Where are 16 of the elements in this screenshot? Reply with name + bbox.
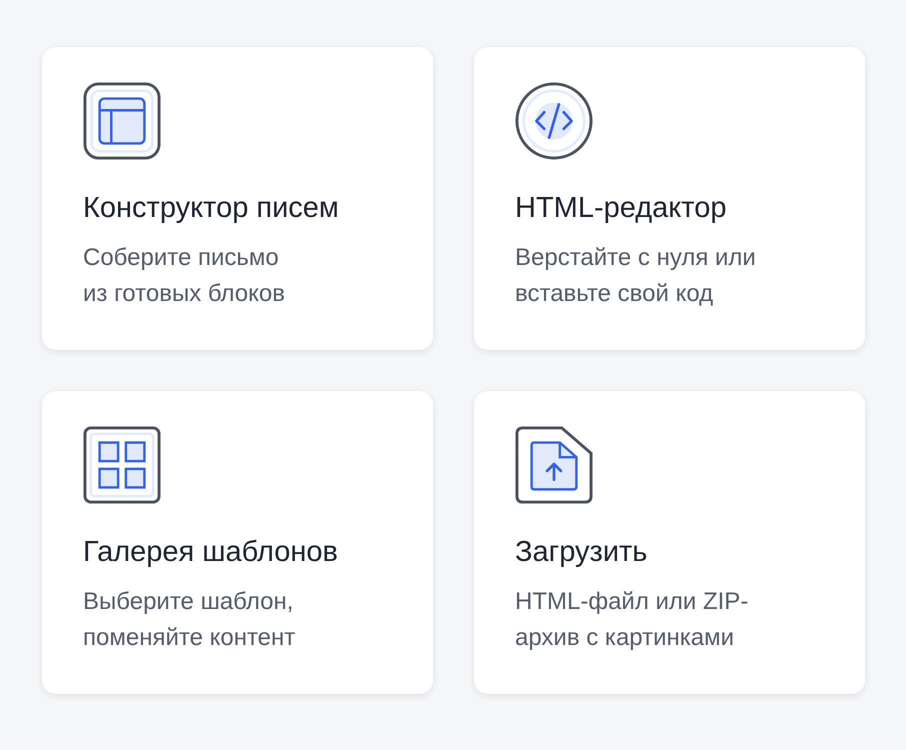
option-card[interactable]: HTML-редактор Верстайте с нуля или вставьте свой код — [474, 47, 865, 350]
option-card[interactable]: Конструктор писем Соберите письмо из готовых блоков — [42, 47, 433, 350]
code-icon — [515, 82, 593, 160]
card-description: HTML-файл или ZIP- архив с картинками — [515, 587, 748, 653]
card-title: Загрузить — [515, 535, 648, 570]
card-description: Выберите шаблон, поменяйте контент — [83, 587, 296, 653]
layout-icon — [83, 82, 161, 160]
file-upload-icon — [515, 426, 593, 504]
card-description: Верстайте с нуля или вставьте свой код — [515, 243, 756, 309]
card-title: Конструктор писем — [83, 191, 339, 226]
option-card[interactable]: Загрузить HTML-файл или ZIP- архив с картинками — [474, 391, 865, 694]
option-card[interactable]: Галерея шаблонов Выберите шаблон, поменяйте контент — [42, 391, 433, 694]
card-description: Соберите письмо из готовых блоков — [83, 243, 286, 309]
card-title: Галерея шаблонов — [83, 535, 338, 570]
grid-icon — [83, 426, 161, 504]
card-title: HTML-редактор — [515, 191, 726, 226]
